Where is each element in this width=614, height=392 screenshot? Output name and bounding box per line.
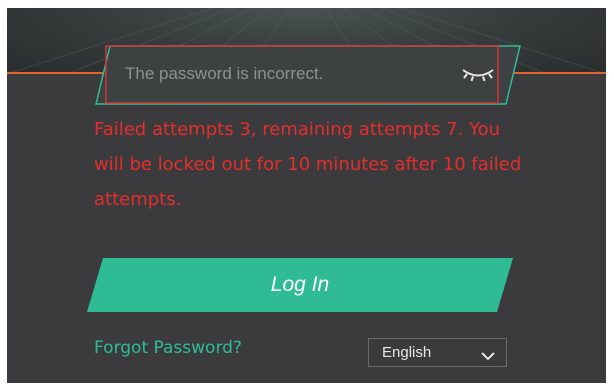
login-error-message: Failed attempts 3, remaining attempts 7.…	[94, 119, 522, 210]
password-field-wrapper	[92, 44, 522, 106]
forgot-password-link[interactable]: Forgot Password?	[94, 338, 242, 358]
password-input[interactable]	[107, 54, 443, 94]
chevron-down-icon	[481, 348, 495, 366]
language-select[interactable]: English	[368, 338, 507, 367]
page-background: Failed attempts 3, remaining attempts 7.…	[0, 0, 614, 392]
eye-closed-icon[interactable]	[460, 66, 496, 84]
login-panel: Failed attempts 3, remaining attempts 7.…	[7, 8, 606, 383]
login-button[interactable]: Log In	[87, 258, 513, 312]
language-selected-value: English	[382, 344, 432, 361]
login-button-label: Log In	[270, 273, 330, 296]
